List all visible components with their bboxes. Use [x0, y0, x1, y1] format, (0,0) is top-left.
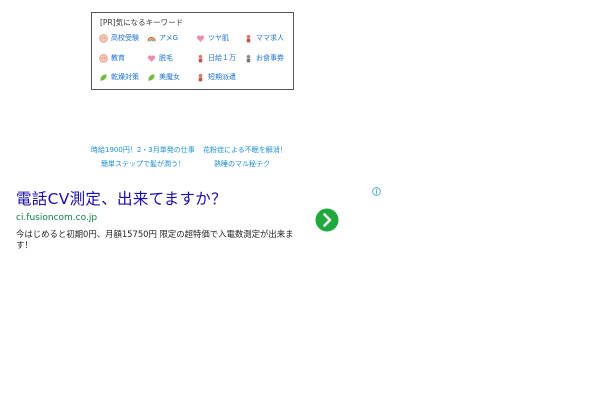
chevron-right-icon[interactable]: [315, 208, 339, 232]
keyword-box-title: [PR]気になるキーワード: [100, 18, 184, 27]
keyword-label: 短期派遣: [208, 73, 236, 81]
keyword-label: 高校受験: [111, 34, 139, 42]
keyword-item[interactable]: ツヤ肌: [196, 33, 229, 43]
keyword-label: 美魔女: [159, 73, 180, 81]
keyword-label: ツヤ肌: [208, 34, 229, 42]
keyword-label: 乾燥対策: [111, 73, 139, 81]
leaf-icon: [148, 73, 155, 81]
face-icon: [99, 33, 108, 43]
promo-link[interactable]: 熟睡のマル秘テク: [214, 159, 270, 169]
person-icon: [246, 34, 251, 42]
keyword-item[interactable]: 美魔女: [147, 72, 180, 82]
promo-link[interactable]: 花粉症による不眠を解消！: [203, 145, 287, 155]
ad-info-icon[interactable]: [372, 187, 381, 196]
keyword-label: ママ求人: [256, 34, 284, 42]
keyword-label: アメG: [159, 34, 179, 42]
keyword-item[interactable]: アメG: [147, 33, 178, 43]
ad-headline[interactable]: 電話CV測定、出来てますか？: [16, 187, 227, 209]
ad-description: 今はじめると初期0円、月額15750円 限定の超特価で入電数測定が出来ます！: [16, 229, 294, 250]
keyword-item[interactable]: お食事券: [244, 53, 284, 63]
face-icon: [99, 53, 108, 63]
keyword-item[interactable]: 短期派遣: [196, 72, 236, 82]
keyword-box: [PR]気になるキーワード 高校受験 アメG ツヤ肌 ママ求人 教育 脱毛 日給…: [91, 12, 294, 90]
person-icon: [198, 73, 203, 81]
rainbow-icon: [147, 36, 156, 41]
keyword-item[interactable]: 脱毛: [147, 53, 173, 63]
person-icon: [246, 54, 251, 62]
keyword-item[interactable]: 乾燥対策: [99, 72, 139, 82]
promo-link[interactable]: 簡単ステップで髪が潤う！: [101, 159, 185, 169]
keyword-item[interactable]: 教育: [99, 53, 125, 63]
keyword-label: 教育: [111, 54, 125, 62]
heart-icon: [147, 54, 156, 62]
keyword-label: 脱毛: [159, 54, 173, 62]
keyword-item[interactable]: 日給１万: [196, 53, 236, 63]
keyword-label: お食事券: [256, 54, 284, 62]
person-icon: [198, 54, 203, 62]
heart-icon: [196, 34, 205, 42]
leaf-icon: [100, 73, 107, 81]
keyword-label: 日給１万: [208, 54, 236, 62]
keyword-item[interactable]: 高校受験: [99, 33, 139, 43]
promo-link[interactable]: 時給1900円！2・3月単発の仕事: [91, 145, 195, 155]
keyword-item[interactable]: ママ求人: [244, 33, 284, 43]
ad-url[interactable]: ci.fusioncom.co.jp: [16, 213, 97, 223]
